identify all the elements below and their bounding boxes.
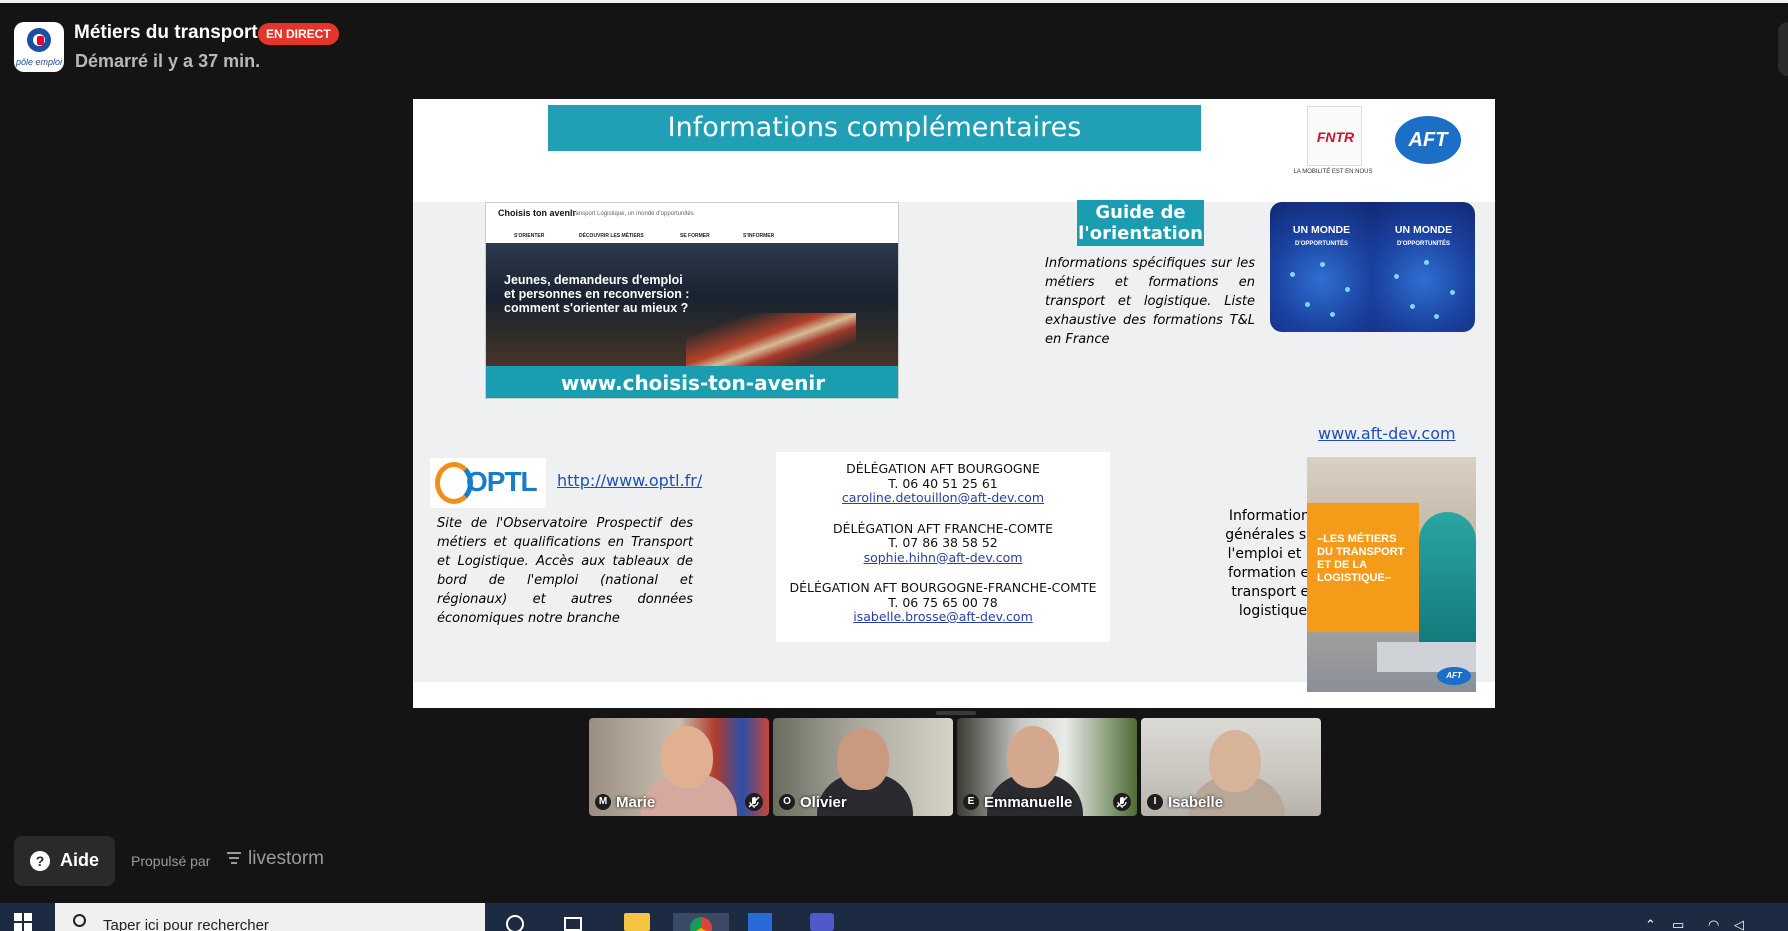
livestorm-icon bbox=[227, 852, 241, 864]
optl-link[interactable]: http://www.optl.fr/ bbox=[557, 471, 702, 490]
optl-description: Site de l'Observatoire Prospectif des mé… bbox=[437, 516, 693, 626]
guide-cover-2: UN MONDE D'OPPORTUNITÉS bbox=[1372, 202, 1475, 332]
task-view-icon[interactable] bbox=[560, 913, 586, 931]
livestorm-brand[interactable]: livestorm bbox=[248, 848, 324, 870]
aft-dev-link[interactable]: www.aft-dev.com bbox=[1318, 424, 1456, 443]
fntr-logo: FNTR bbox=[1307, 106, 1362, 166]
muted-mic-icon bbox=[1113, 793, 1131, 811]
guide-description: Informations spécifiques sur les métiers… bbox=[1045, 256, 1255, 347]
site-hero-text: Jeunes, demandeurs d'emploi et personnes… bbox=[504, 273, 690, 315]
poster-title: –LES MÉTIERS DU TRANSPORT ET DE LA LOGIS… bbox=[1307, 503, 1419, 632]
chrome-icon[interactable] bbox=[673, 913, 729, 931]
cortana-icon[interactable] bbox=[502, 913, 528, 931]
participant-tile[interactable]: O Olivier bbox=[773, 718, 953, 816]
aft-logo: AFT bbox=[1395, 116, 1461, 164]
participant-tile[interactable]: E Emmanuelle bbox=[957, 718, 1137, 816]
optl-logo: OPTL bbox=[430, 458, 546, 508]
delegations-box: DÉLÉGATION AFT BOURGOGNE T. 06 40 51 25 … bbox=[776, 452, 1110, 642]
participant-name: Olivier bbox=[800, 794, 847, 811]
wifi-icon[interactable]: ◠ bbox=[1708, 917, 1719, 931]
site-brand: Choisis ton avenir bbox=[498, 208, 577, 218]
delegation-email[interactable]: isabelle.brosse@aft-dev.com bbox=[776, 609, 1110, 625]
choisis-site-screenshot: Choisis ton avenir Transport Logistique,… bbox=[485, 202, 899, 399]
muted-mic-icon bbox=[745, 793, 763, 811]
shared-slide: Informations complémentaires FNTR LA MOB… bbox=[413, 99, 1495, 708]
delegation-item: DÉLÉGATION AFT BOURGOGNE T. 06 40 51 25 … bbox=[776, 461, 1110, 506]
participant-name: Emmanuelle bbox=[984, 794, 1073, 811]
started-time: Démarré il y a 37 min. bbox=[75, 51, 261, 71]
help-icon: ? bbox=[30, 851, 50, 871]
pole-emploi-logo: pôle emploi bbox=[14, 22, 64, 72]
participant-tile[interactable]: M Marie bbox=[589, 718, 769, 816]
slide-title: Informations complémentaires bbox=[548, 105, 1201, 151]
participant-tile[interactable]: I Isabelle bbox=[1141, 718, 1321, 816]
help-button[interactable]: ? Aide bbox=[14, 836, 115, 886]
delegation-item: DÉLÉGATION AFT BOURGOGNE-FRANCHE-COMTE T… bbox=[776, 580, 1110, 625]
stage-resize-handle[interactable] bbox=[936, 711, 976, 715]
logo-text: pôle emploi bbox=[15, 57, 63, 67]
guide-cover-1: UN MONDE D'OPPORTUNITÉS bbox=[1270, 202, 1373, 332]
delegation-email[interactable]: sophie.hihn@aft-dev.com bbox=[776, 550, 1110, 566]
teams-icon[interactable] bbox=[810, 913, 836, 931]
site-hero-image: Jeunes, demandeurs d'emploi et personnes… bbox=[486, 243, 898, 366]
delegation-item: DÉLÉGATION AFT FRANCHE-COMTE T. 07 86 38… bbox=[776, 521, 1110, 566]
event-title: Métiers du transport bbox=[74, 22, 258, 43]
aft-poster: –LES MÉTIERS DU TRANSPORT ET DE LA LOGIS… bbox=[1307, 457, 1476, 692]
search-icon bbox=[73, 914, 86, 927]
taskbar-search-input[interactable]: Taper ici pour rechercher bbox=[55, 903, 485, 931]
side-panel-tab[interactable] bbox=[1778, 22, 1788, 76]
volume-icon[interactable]: ◁ bbox=[1734, 917, 1744, 931]
fntr-tagline: LA MOBILITÉ EST EN NOUS bbox=[1293, 169, 1373, 175]
windows-taskbar: Taper ici pour rechercher ⌃ ▭ ◠ ◁ bbox=[0, 903, 1788, 931]
file-explorer-icon[interactable] bbox=[624, 913, 650, 931]
participant-name: Isabelle bbox=[1168, 794, 1224, 811]
choisis-url: www.choisis-ton-avenir bbox=[486, 366, 898, 398]
site-tagline: Transport Logistique, un monde d'opportu… bbox=[570, 211, 694, 217]
guide-title: Guide de l'orientation bbox=[1077, 200, 1204, 246]
app-icon[interactable] bbox=[748, 913, 774, 931]
participant-name: Marie bbox=[616, 794, 656, 811]
site-nav: S'ORIENTER DÉCOUVRIR LES MÉTIERS SE FORM… bbox=[514, 233, 775, 239]
live-badge: EN DIRECT bbox=[258, 23, 339, 45]
powered-by-label: Propulsé par bbox=[131, 853, 211, 869]
delegation-email[interactable]: caroline.detouillon@aft-dev.com bbox=[776, 490, 1110, 506]
windows-start-icon[interactable] bbox=[14, 913, 32, 931]
top-border bbox=[0, 0, 1788, 3]
tray-chevron-icon[interactable]: ⌃ bbox=[1645, 917, 1656, 931]
tray-device-icon[interactable]: ▭ bbox=[1672, 917, 1684, 931]
